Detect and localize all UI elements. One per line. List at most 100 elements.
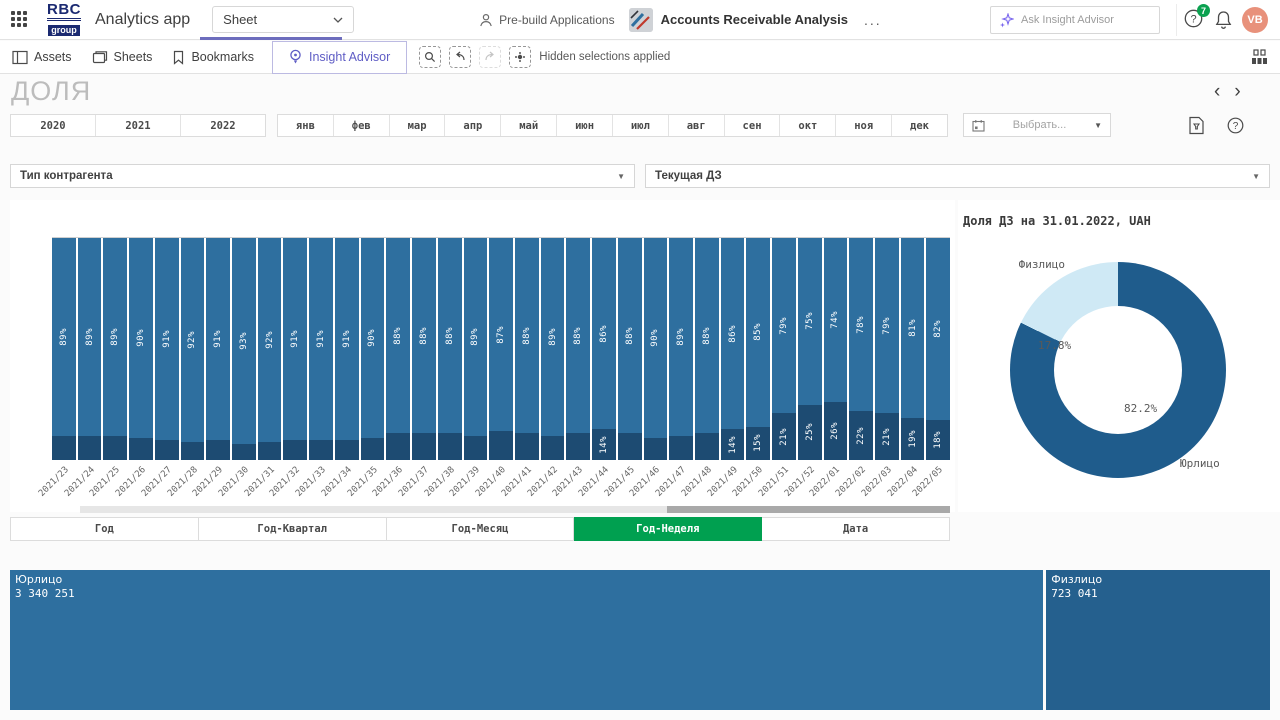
month-filter-июн[interactable]: июн: [556, 115, 612, 136]
app-launcher-icon[interactable]: [11, 11, 29, 29]
month-filter-янв[interactable]: янв: [278, 115, 333, 136]
bar-2022/05[interactable]: 82%18%: [926, 238, 950, 460]
bar-2021/37[interactable]: 88%: [412, 238, 436, 460]
bar-2021/24[interactable]: 89%: [78, 238, 102, 460]
bar-2021/51[interactable]: 79%21%: [772, 238, 796, 460]
treemap-block-Физлицо[interactable]: Физлицо723 041: [1046, 570, 1270, 710]
smart-search-button[interactable]: [419, 46, 441, 68]
bar-top-label: 89%: [59, 328, 69, 346]
user-avatar[interactable]: VB: [1242, 7, 1268, 33]
step-back-button[interactable]: [449, 46, 471, 68]
bookmarks-label: Bookmarks: [191, 50, 254, 64]
next-sheet-button[interactable]: ›: [1234, 82, 1240, 102]
prebuild-applications-button[interactable]: Pre-build Applications: [479, 13, 614, 27]
filter-current-receivables[interactable]: Текущая ДЗ ▼: [645, 164, 1270, 188]
bar-2022/01[interactable]: 74%26%: [824, 238, 848, 460]
more-options-button[interactable]: ...: [864, 12, 882, 28]
bar-2022/02[interactable]: 78%22%: [849, 238, 873, 460]
bar-2021/34[interactable]: 91%: [335, 238, 359, 460]
selections-document-button[interactable]: [1188, 116, 1205, 135]
donut-chart[interactable]: [1010, 262, 1226, 478]
bar-2021/35[interactable]: 90%: [361, 238, 385, 460]
bar-top-label: 86%: [728, 325, 738, 343]
tab-Год[interactable]: Год: [10, 517, 199, 541]
date-picker-dropdown[interactable]: Выбрать... ▼: [963, 113, 1111, 137]
assets-button[interactable]: Assets: [0, 41, 82, 73]
chart-scrollbar[interactable]: [80, 506, 950, 513]
bar-2021/23[interactable]: 89%: [52, 238, 76, 460]
filter-counterparty-type[interactable]: Тип контрагента ▼: [10, 164, 635, 188]
bar-2021/49[interactable]: 86%14%: [721, 238, 745, 460]
bookmarks-button[interactable]: Bookmarks: [162, 41, 264, 73]
year-filter-row: 202020212022: [10, 114, 266, 137]
bar-2021/45[interactable]: 88%: [618, 238, 642, 460]
month-filter-ноя[interactable]: ноя: [835, 115, 891, 136]
bar-2021/40[interactable]: 87%: [489, 238, 513, 460]
tab-Год-Месяц[interactable]: Год-Месяц: [387, 517, 575, 541]
sheet-layout-button[interactable]: [1251, 49, 1268, 65]
sheets-label: Sheets: [114, 50, 153, 64]
bar-2021/33[interactable]: 91%: [309, 238, 333, 460]
bar-2022/04[interactable]: 81%19%: [901, 238, 925, 460]
bar-2021/31[interactable]: 92%: [258, 238, 282, 460]
prev-sheet-button[interactable]: ‹: [1214, 82, 1220, 102]
insight-advisor-button[interactable]: Insight Advisor: [272, 41, 407, 74]
tab-Год-Неделя[interactable]: Год-Неделя: [574, 517, 762, 541]
chart-scrollbar-thumb[interactable]: [667, 506, 950, 513]
clear-selections-button[interactable]: [509, 46, 531, 68]
bar-2021/25[interactable]: 89%: [103, 238, 127, 460]
bar-2022/03[interactable]: 79%21%: [875, 238, 899, 460]
bar-top-label: 78%: [856, 316, 866, 334]
sheet-help-button[interactable]: ?: [1227, 117, 1244, 134]
year-filter-2022[interactable]: 2022: [180, 115, 265, 136]
year-filter-2021[interactable]: 2021: [95, 115, 180, 136]
sheets-button[interactable]: Sheets: [82, 41, 163, 73]
bookmark-icon: [172, 50, 185, 65]
bar-2021/44[interactable]: 86%14%: [592, 238, 616, 460]
month-filter-май[interactable]: май: [500, 115, 556, 136]
bar-2021/32[interactable]: 91%: [283, 238, 307, 460]
layout-grid-icon: [1251, 49, 1268, 65]
month-filter-окт[interactable]: окт: [779, 115, 835, 136]
bar-top-label: 88%: [573, 327, 583, 345]
donut-chart-title: Доля ДЗ на 31.01.2022, UAH: [963, 214, 1151, 228]
help-button[interactable]: ? 7: [1184, 9, 1206, 31]
bar-2021/50[interactable]: 85%15%: [746, 238, 770, 460]
bar-2021/27[interactable]: 91%: [155, 238, 179, 460]
bar-2021/42[interactable]: 89%: [541, 238, 565, 460]
month-filter-июл[interactable]: июл: [612, 115, 668, 136]
bar-2021/36[interactable]: 88%: [386, 238, 410, 460]
bar-2021/30[interactable]: 93%: [232, 238, 256, 460]
step-forward-button[interactable]: [479, 46, 501, 68]
month-filter-авг[interactable]: авг: [668, 115, 724, 136]
tab-Год-Квартал[interactable]: Год-Квартал: [199, 517, 387, 541]
bar-2021/41[interactable]: 88%: [515, 238, 539, 460]
insight-advisor-label: Insight Advisor: [309, 50, 390, 64]
month-filter-фев[interactable]: фев: [333, 115, 389, 136]
bar-2021/43[interactable]: 88%: [566, 238, 590, 460]
month-filter-дек[interactable]: дек: [891, 115, 947, 136]
treemap-label: Физлицо723 041: [1051, 573, 1102, 601]
bar-2021/29[interactable]: 91%: [206, 238, 230, 460]
bar-bottom-label: 25%: [805, 423, 815, 441]
bar-2021/52[interactable]: 75%25%: [798, 238, 822, 460]
search-icon: [424, 51, 436, 63]
bar-2021/46[interactable]: 90%: [644, 238, 668, 460]
notifications-button[interactable]: [1214, 10, 1233, 30]
month-filter-мар[interactable]: мар: [389, 115, 445, 136]
month-filter-апр[interactable]: апр: [444, 115, 500, 136]
year-filter-2020[interactable]: 2020: [11, 115, 95, 136]
bar-2021/28[interactable]: 92%: [181, 238, 205, 460]
bar-2021/39[interactable]: 89%: [464, 238, 488, 460]
sheet-selector-dropdown[interactable]: Sheet: [212, 6, 354, 33]
bar-2021/47[interactable]: 89%: [669, 238, 693, 460]
bar-top-label: 88%: [393, 327, 403, 345]
bar-2021/48[interactable]: 88%: [695, 238, 719, 460]
tab-Дата[interactable]: Дата: [762, 517, 950, 541]
month-filter-сен[interactable]: сен: [724, 115, 780, 136]
insight-advisor-search[interactable]: Ask Insight Advisor: [990, 6, 1160, 34]
logo-text-rbc: RBC: [47, 2, 81, 21]
treemap-block-Юрлицо[interactable]: Юрлицо3 340 251: [10, 570, 1043, 710]
bar-2021/38[interactable]: 88%: [438, 238, 462, 460]
bar-2021/26[interactable]: 90%: [129, 238, 153, 460]
